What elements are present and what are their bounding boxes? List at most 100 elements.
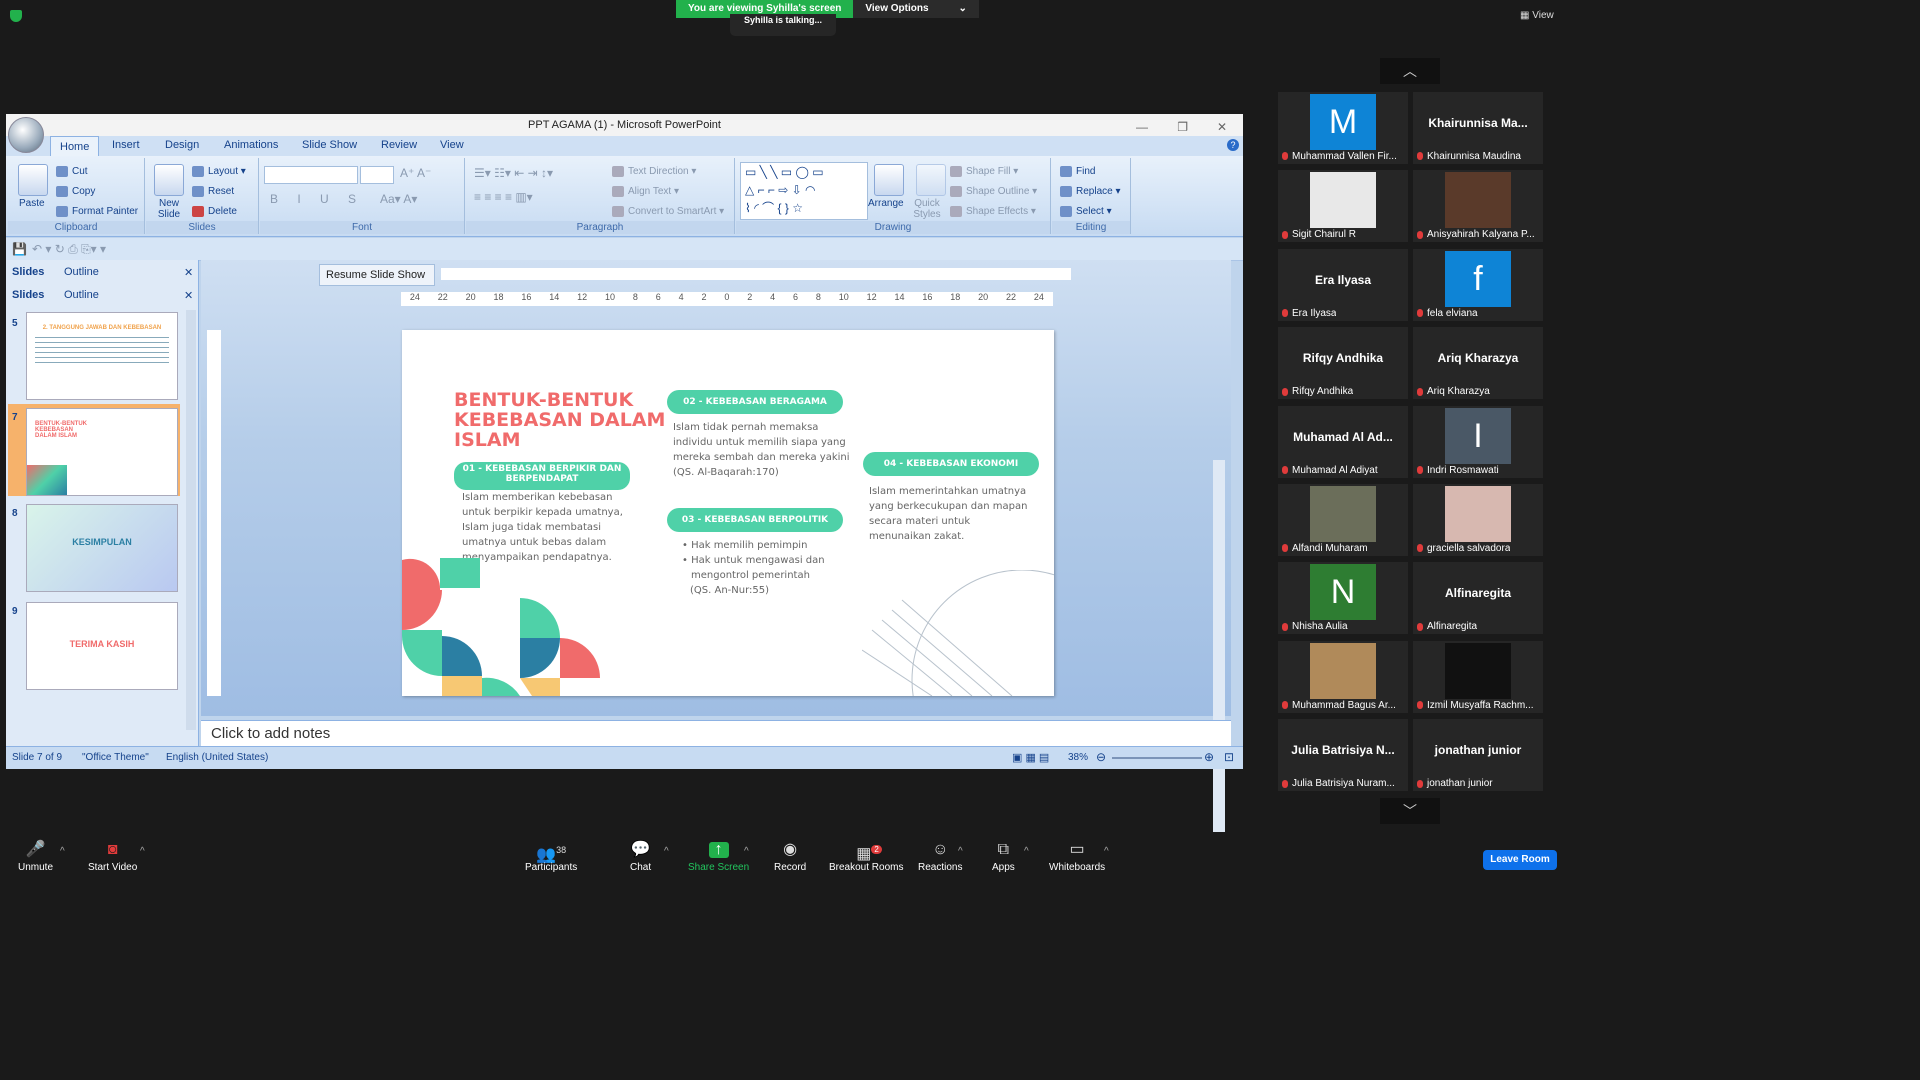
slide-thumbnail-7[interactable]: BENTUK-BENTUK KEBEBASAN DALAM ISLAM <box>26 408 178 496</box>
grow-font-button[interactable]: A⁺ A⁻ <box>400 166 431 180</box>
undo-icon[interactable]: ↶ ▾ ↻ ⎙ ⎘▾ ▾ <box>32 242 106 257</box>
cut-button[interactable]: Cut <box>56 166 88 177</box>
tab-slides-1[interactable]: Slides <box>12 266 44 278</box>
chat-button[interactable]: 💬 Chat <box>630 842 651 874</box>
participant-tile[interactable]: Rifqy Andhika Rifqy Andhika <box>1278 327 1408 400</box>
close-pane-icon[interactable]: ✕ <box>184 266 193 279</box>
zoom-slider[interactable] <box>1112 757 1202 759</box>
slide-thumbnail-8[interactable]: KESIMPULAN <box>26 504 178 592</box>
slide-thumbnail-5[interactable]: 2. TANGGUNG JAWAB DAN KEBEBASAN <box>26 312 178 400</box>
save-icon[interactable]: 💾 <box>12 242 27 256</box>
new-slide-icon[interactable] <box>154 164 184 196</box>
participant-tile[interactable]: Anisyahirah Kalyana P... <box>1413 170 1543 243</box>
gallery-up-button[interactable]: ︿ <box>1380 58 1440 84</box>
participants-button[interactable]: 👥38 Participants <box>525 842 577 873</box>
participant-tile[interactable]: jonathan junior jonathan junior <box>1413 719 1543 792</box>
record-button[interactable]: ◉ Record <box>774 842 806 874</box>
apps-button[interactable]: ⧉ Apps <box>992 842 1015 874</box>
tab-outline-2[interactable]: Outline <box>64 289 99 301</box>
align-buttons[interactable]: ≡ ≡ ≡ ≡ ▥▾ <box>474 190 533 204</box>
editor-scrollbar[interactable] <box>1213 460 1225 840</box>
start-video-button[interactable]: ◙ Start Video <box>88 842 137 874</box>
help-icon[interactable]: ? <box>1227 139 1239 151</box>
reactions-button[interactable]: ☺ Reactions <box>918 842 962 874</box>
participant-tile[interactable]: Julia Batrisiya N... Julia Batrisiya Nura… <box>1278 719 1408 792</box>
view-buttons[interactable]: ▣ ▦ ▤ <box>1012 751 1049 764</box>
tab-slide-show[interactable]: Slide Show <box>302 139 357 151</box>
shape-effects-button[interactable]: Shape Effects ▾ <box>950 206 1036 217</box>
tab-view[interactable]: View <box>440 139 464 151</box>
format-painter-button[interactable]: Format Painter <box>56 206 138 217</box>
arrange-button[interactable]: Arrange <box>868 198 904 209</box>
participant-tile[interactable]: graciella salvadora <box>1413 484 1543 556</box>
minimize-button[interactable]: — <box>1136 116 1148 138</box>
participant-tile[interactable]: Sigit Chairul R <box>1278 170 1408 243</box>
notes-pane[interactable]: Click to add notes <box>201 720 1231 747</box>
zoom-in-icon[interactable]: ⊕ <box>1204 750 1214 764</box>
whiteboards-button[interactable]: ▭ Whiteboards <box>1049 842 1105 874</box>
language-indicator[interactable]: English (United States) <box>166 752 268 763</box>
breakout-rooms-button[interactable]: ▦ 2 Breakout Rooms <box>829 842 903 873</box>
shape-fill-button[interactable]: Shape Fill ▾ <box>950 166 1018 177</box>
copy-button[interactable]: Copy <box>56 186 95 197</box>
select-button[interactable]: Select ▾ <box>1060 206 1112 217</box>
leave-room-button[interactable]: Leave Room <box>1483 850 1557 870</box>
slide-thumbnail-9[interactable]: TERIMA KASIH <box>26 602 178 690</box>
zoom-level[interactable]: 38% <box>1068 752 1088 763</box>
close-button[interactable]: ✕ <box>1217 116 1227 138</box>
participant-tile[interactable]: Alfandi Muharam <box>1278 484 1408 556</box>
tab-slides-2[interactable]: Slides <box>12 289 44 301</box>
share-screen-button[interactable]: ↑ Share Screen <box>688 842 749 874</box>
pane-scrollbar[interactable] <box>186 310 196 730</box>
tab-outline-1[interactable]: Outline <box>64 266 99 278</box>
whiteboards-caret[interactable]: ^ <box>1104 846 1109 857</box>
list-buttons[interactable]: ☰▾ ☷▾ ⇤ ⇥ ↕▾ <box>474 166 553 180</box>
current-slide[interactable]: BENTUK-BENTUK KEBEBASAN DALAM ISLAM 01 -… <box>402 330 1054 696</box>
reset-button[interactable]: Reset <box>192 186 234 197</box>
tab-animations[interactable]: Animations <box>224 139 278 151</box>
tab-design[interactable]: Design <box>165 139 199 151</box>
participant-tile[interactable]: M Muhammad Vallen Fir... <box>1278 92 1408 164</box>
restore-button[interactable]: ❐ <box>1177 116 1188 138</box>
audio-options-caret[interactable]: ^ <box>60 846 65 857</box>
unmute-button[interactable]: 🎤 Unmute <box>18 842 53 874</box>
new-slide-button[interactable]: New Slide <box>152 198 186 220</box>
resume-slide-show-button[interactable]: Resume Slide Show <box>319 264 435 286</box>
participant-tile[interactable]: f fela elviana <box>1413 248 1543 321</box>
office-button[interactable] <box>8 117 44 153</box>
reactions-caret[interactable]: ^ <box>958 846 963 857</box>
font-size-select[interactable] <box>360 166 394 184</box>
tab-insert[interactable]: Insert <box>112 139 140 151</box>
view-layout-button[interactable]: ▦ View <box>1520 10 1554 21</box>
gallery-down-button[interactable]: ﹀ <box>1380 798 1440 824</box>
participant-tile[interactable]: Izmil Musyaffa Rachm... <box>1413 640 1543 713</box>
find-button[interactable]: Find <box>1060 166 1095 177</box>
paste-button[interactable]: Paste <box>19 198 45 209</box>
font-name-select[interactable] <box>264 166 358 184</box>
participant-tile[interactable]: Alfinaregita Alfinaregita <box>1413 562 1543 635</box>
zoom-out-icon[interactable]: ⊖ <box>1096 750 1106 764</box>
view-options-button[interactable]: View Options ⌄ <box>853 0 979 18</box>
close-pane-icon[interactable]: ✕ <box>184 289 193 302</box>
layout-button[interactable]: Layout ▾ <box>192 166 246 177</box>
participant-tile[interactable]: Muhamad Al Ad... Muhamad Al Adiyat <box>1278 405 1408 478</box>
security-shield-icon[interactable] <box>10 10 22 22</box>
change-case-button[interactable]: Aa▾ A▾ <box>380 192 417 206</box>
align-text-button[interactable]: Align Text ▾ <box>612 186 679 197</box>
participant-tile[interactable]: Ariq Kharazya Ariq Kharazya <box>1413 327 1543 400</box>
quick-styles-button[interactable]: Quick Styles <box>912 198 942 220</box>
format-buttons[interactable]: B I U S <box>270 192 364 206</box>
participant-tile[interactable]: I Indri Rosmawati <box>1413 405 1543 478</box>
delete-button[interactable]: Delete <box>192 206 237 217</box>
chat-caret[interactable]: ^ <box>664 846 669 857</box>
share-caret[interactable]: ^ <box>744 846 749 857</box>
tab-home[interactable]: Home <box>50 136 100 158</box>
paste-icon[interactable] <box>18 164 48 196</box>
quick-styles-icon[interactable] <box>916 164 946 196</box>
replace-button[interactable]: Replace ▾ <box>1060 186 1121 197</box>
text-direction-button[interactable]: Text Direction ▾ <box>612 166 696 177</box>
arrange-icon[interactable] <box>874 164 904 196</box>
shape-outline-button[interactable]: Shape Outline ▾ <box>950 186 1037 197</box>
shapes-gallery[interactable]: ▭ ╲ ╲ ▭ ◯ ▭ △ ⌐ ⌐ ⇨ ⇩ ◠ ⌇ ◜ ⌒ { } ☆ <box>740 162 868 220</box>
tab-review[interactable]: Review <box>381 139 417 151</box>
